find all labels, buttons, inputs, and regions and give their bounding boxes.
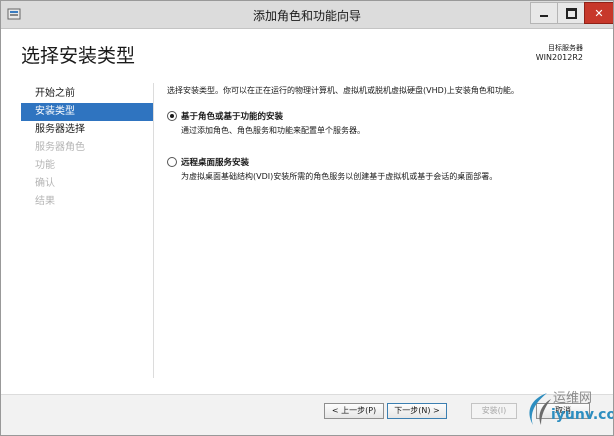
minimize-icon bbox=[540, 15, 548, 17]
minimize-button[interactable] bbox=[530, 2, 558, 24]
target-server-label: 目标服务器 bbox=[548, 44, 583, 52]
install-button: 安装(I) bbox=[471, 403, 517, 419]
role-based-radio[interactable] bbox=[167, 111, 177, 121]
maximize-button[interactable] bbox=[557, 2, 585, 24]
remote-desktop-description: 为虚拟桌面基础结构(VDI)安装所需的角色服务以创建基于虚拟机或基于会话的桌面部… bbox=[181, 172, 498, 181]
nav-item-results: 结果 bbox=[35, 196, 55, 207]
watermark-text-bottom: iyunv.com bbox=[551, 407, 613, 423]
remote-desktop-title: 远程桌面服务安装 bbox=[181, 158, 250, 168]
intro-text: 选择安装类型。你可以在正在运行的物理计算机、虚拟机或脱机虚拟硬盘(VHD)上安装… bbox=[167, 86, 519, 95]
site-watermark: 运维网 iyunv.com bbox=[521, 385, 613, 435]
page-title: 选择安装类型 bbox=[21, 45, 136, 67]
nav-item-features: 功能 bbox=[35, 160, 55, 171]
role-based-title: 基于角色或基于功能的安装 bbox=[181, 112, 284, 122]
close-button[interactable]: ✕ bbox=[584, 2, 613, 24]
nav-item-confirmation: 确认 bbox=[35, 178, 55, 189]
wizard-nav: 开始之前 安装类型 服务器选择 服务器角色 功能 确认 结果 bbox=[21, 85, 153, 211]
role-based-description: 通过添加角色、角色服务和功能来配置单个服务器。 bbox=[181, 126, 365, 135]
wizard-window: 添加角色和功能向导 ✕ 选择安装类型 目标服务器 WIN2012R2 开始之前 … bbox=[0, 0, 614, 436]
nav-item-before-you-begin[interactable]: 开始之前 bbox=[21, 85, 153, 103]
remote-desktop-radio[interactable] bbox=[167, 157, 177, 167]
nav-item-server-selection[interactable]: 服务器选择 bbox=[21, 121, 153, 139]
wizard-header: 选择安装类型 目标服务器 WIN2012R2 bbox=[1, 29, 613, 75]
next-button[interactable]: 下一步(N) > bbox=[387, 403, 447, 419]
nav-item-server-roles: 服务器角色 bbox=[35, 142, 85, 153]
watermark-text-top: 运维网 bbox=[553, 391, 593, 406]
nav-item-installation-type[interactable]: 安装类型 bbox=[21, 103, 153, 121]
content-pane: 选择安装类型。你可以在正在运行的物理计算机、虚拟机或脱机虚拟硬盘(VHD)上安装… bbox=[167, 85, 597, 182]
radio-selected-dot bbox=[170, 114, 174, 118]
remote-desktop-option[interactable]: 远程桌面服务安装 为虚拟桌面基础结构(VDI)安装所需的角色服务以创建基于虚拟机… bbox=[167, 156, 597, 182]
nav-divider bbox=[153, 83, 154, 378]
title-bar[interactable]: 添加角色和功能向导 ✕ bbox=[1, 1, 613, 29]
window-title: 添加角色和功能向导 bbox=[252, 9, 361, 23]
target-server-name: WIN2012R2 bbox=[535, 53, 583, 62]
watermark-logo-icon bbox=[529, 393, 551, 425]
close-icon: ✕ bbox=[594, 6, 604, 20]
role-based-option[interactable]: 基于角色或基于功能的安装 通过添加角色、角色服务和功能来配置单个服务器。 bbox=[167, 110, 597, 136]
previous-button[interactable]: < 上一步(P) bbox=[324, 403, 384, 419]
maximize-icon bbox=[565, 7, 577, 19]
